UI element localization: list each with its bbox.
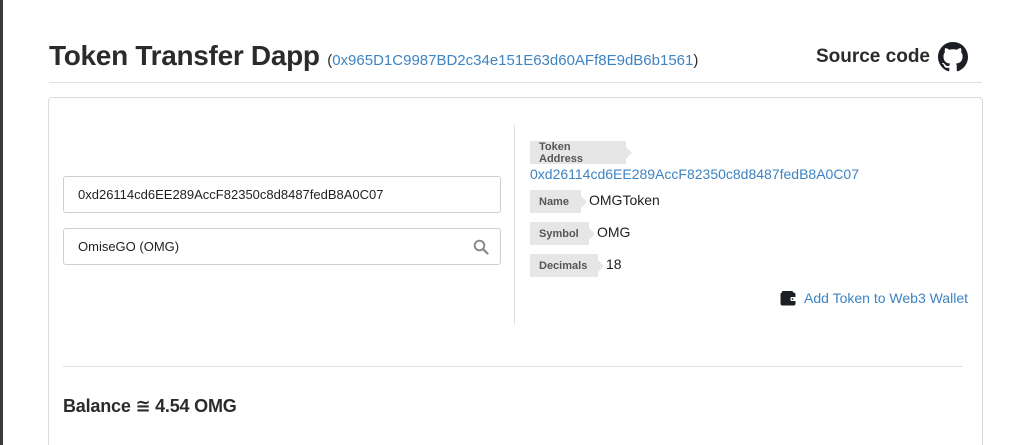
token-search-select[interactable]: OmiseGO (OMG) [63,228,501,265]
symbol-label: Symbol [530,222,595,245]
section-divider [63,366,963,367]
token-address-input-value: 0xd26114cd6EE289AccF82350c8d8487fedB8A0C… [78,187,384,202]
github-icon[interactable] [938,42,968,72]
name-value: OMGToken [589,192,660,208]
app-title: Token Transfer Dapp [49,40,320,71]
token-search-value: OmiseGO (OMG) [78,239,180,254]
contract-address-wrap: (0x965D1C9987BD2c34e151E63d60AFf8E9dB6b1… [327,52,698,69]
add-token-wallet-label: Add Token to Web3 Wallet [804,290,968,306]
source-code-label: Source code [815,46,930,67]
column-divider [514,125,515,325]
decimals-label: Decimals [530,254,604,277]
contract-address-link[interactable]: 0x965D1C9987BD2c34e151E63d60AFf8E9dB6b15… [332,52,693,69]
token-address-input[interactable]: 0xd26114cd6EE289AccF82350c8d8487fedB8A0C… [63,176,501,213]
balance-text: Balance ≅ 4.54 OMG [63,396,237,416]
paren-close: ) [693,52,699,69]
page-title: Token Transfer Dapp (0x965D1C9987BD2c34e… [49,40,698,72]
wallet-icon [780,290,797,305]
name-label: Name [530,190,587,213]
symbol-value: OMG [597,224,631,240]
search-icon[interactable] [473,239,489,255]
token-address-label: Token Address [530,141,632,165]
add-token-wallet-button[interactable]: Add Token to Web3 Wallet [780,290,968,306]
transfer-card: 0xd26114cd6EE289AccF82350c8d8487fedB8A0C… [48,97,983,445]
decimals-value: 18 [606,256,622,272]
token-address-link[interactable]: 0xd26114cd6EE289AccF82350c8d8487fedB8A0C… [530,166,859,182]
page-header: Token Transfer Dapp (0x965D1C9987BD2c34e… [49,0,982,83]
source-code-link[interactable]: Source code [816,42,968,72]
window-left-edge [0,0,3,445]
